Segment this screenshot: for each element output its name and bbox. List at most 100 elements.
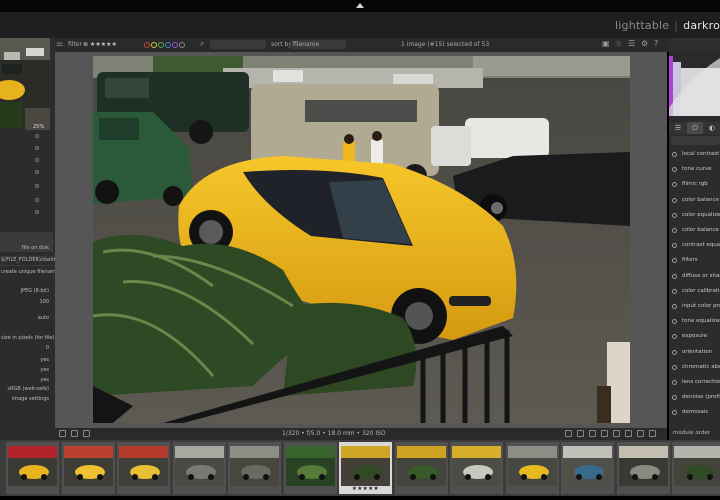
- history-dot[interactable]: [35, 134, 39, 138]
- filmstrip-thumb[interactable]: [672, 442, 720, 494]
- module-search-input[interactable]: [671, 136, 720, 145]
- color-label-dot[interactable]: [165, 41, 171, 48]
- module-header[interactable]: tone equalizer: [669, 315, 720, 330]
- module-header[interactable]: diffuse or sharpen: [669, 270, 720, 285]
- view-lighttable[interactable]: lighttable: [615, 19, 669, 32]
- zoom-value[interactable]: 25%: [33, 124, 44, 130]
- export-setting-row[interactable]: yes: [40, 367, 49, 373]
- filmstrip-thumb[interactable]: [61, 442, 115, 494]
- export-setting-row[interactable]: 100: [39, 299, 49, 305]
- histogram[interactable]: [669, 38, 720, 120]
- help-icon[interactable]: ?: [654, 39, 658, 48]
- history-dot[interactable]: [35, 184, 39, 188]
- module-power-icon[interactable]: [672, 152, 677, 157]
- module-power-icon[interactable]: [672, 197, 677, 203]
- export-setting-row[interactable]: sRGB (web-safe): [7, 386, 49, 392]
- export-setting-row[interactable]: $(FILE_FOLDER)/darktable_exported/$(FILE…: [1, 257, 55, 263]
- styles-icon[interactable]: [71, 430, 78, 437]
- tab-tone-modules[interactable]: ◐: [704, 122, 720, 134]
- tab-active-modules[interactable]: ☰: [670, 122, 686, 134]
- filmstrip-thumb[interactable]: [394, 442, 448, 494]
- filter-icon[interactable]: ⚌: [56, 39, 63, 48]
- filmstrip-thumb[interactable]: ★★★★★: [339, 442, 392, 494]
- history-dot[interactable]: [35, 210, 39, 214]
- preferences-gear-icon[interactable]: ⚙: [641, 39, 648, 48]
- module-order-label[interactable]: module order: [673, 430, 710, 436]
- softproof-icon[interactable]: [589, 430, 596, 437]
- export-setting-row[interactable]: auto: [38, 315, 49, 321]
- module-header[interactable]: demosaic: [669, 406, 720, 421]
- module-header[interactable]: orientation: [669, 346, 720, 361]
- module-header[interactable]: color calibration: [669, 285, 720, 300]
- module-power-icon[interactable]: [672, 182, 677, 188]
- collapse-top-arrow-icon[interactable]: [356, 3, 364, 8]
- color-label-filter[interactable]: [144, 41, 186, 48]
- view-darkroom[interactable]: darkro: [683, 19, 720, 32]
- module-header[interactable]: color balance: [669, 224, 720, 239]
- filmstrip-thumb[interactable]: [228, 442, 281, 494]
- filmstrip-thumb[interactable]: [450, 442, 503, 494]
- module-header[interactable]: denoise (profiled): [669, 391, 720, 406]
- module-power-icon[interactable]: [672, 243, 677, 249]
- module-header[interactable]: chromatic aberrations: [669, 361, 720, 376]
- module-power-icon[interactable]: [672, 258, 677, 264]
- module-header[interactable]: lens correction: [669, 376, 720, 391]
- module-header[interactable]: color equalizer: [669, 209, 720, 224]
- color-assessment-icon[interactable]: [613, 430, 620, 437]
- module-header[interactable]: color balance rgb: [669, 194, 720, 209]
- module-header[interactable]: tone curve: [669, 163, 720, 178]
- image-canvas[interactable]: [55, 52, 667, 428]
- module-power-icon[interactable]: [672, 395, 677, 401]
- quick-access-icon[interactable]: [59, 430, 66, 437]
- overexposed-icon[interactable]: [625, 430, 632, 437]
- filmstrip-thumb[interactable]: [561, 442, 614, 494]
- color-label-dot[interactable]: [179, 41, 185, 48]
- module-header[interactable]: exposure: [669, 330, 720, 345]
- color-label-dot[interactable]: [151, 41, 157, 48]
- export-setting-row[interactable]: 0: [46, 345, 49, 351]
- search-input[interactable]: [210, 40, 266, 49]
- export-setting-row[interactable]: JPEG (8-bit): [20, 288, 49, 294]
- rating-filter[interactable]: ⊗ ★★★★★: [83, 41, 117, 48]
- export-setting-row[interactable]: image settings: [12, 396, 49, 402]
- history-dot[interactable]: [35, 170, 39, 174]
- presets-icon[interactable]: ☰: [628, 39, 635, 48]
- export-setting-row[interactable]: file on disk: [22, 245, 49, 251]
- module-header[interactable]: local contrast: [669, 148, 720, 163]
- display-profile-icon[interactable]: [565, 430, 572, 437]
- module-power-icon[interactable]: [672, 334, 677, 340]
- module-power-icon[interactable]: [672, 319, 677, 325]
- filmstrip-thumb[interactable]: [505, 442, 559, 494]
- color-label-dot[interactable]: [172, 41, 178, 48]
- filmstrip-thumb[interactable]: [117, 442, 170, 494]
- gamut-check-icon[interactable]: [577, 430, 584, 437]
- focus-peaking-icon[interactable]: [601, 430, 608, 437]
- sort-select[interactable]: filename: [290, 40, 346, 49]
- module-header[interactable]: input color profile: [669, 300, 720, 315]
- module-power-icon[interactable]: [672, 380, 677, 385]
- export-setting-row[interactable]: yes: [40, 377, 49, 383]
- guides-icon[interactable]: [649, 430, 656, 437]
- filmstrip-thumb[interactable]: [172, 442, 226, 494]
- filmstrip-thumb[interactable]: [283, 442, 337, 494]
- filmstrip-thumb[interactable]: [616, 442, 670, 494]
- raw-overexposed-icon[interactable]: [637, 430, 644, 437]
- tab-base-modules[interactable]: ⏻: [687, 122, 703, 134]
- filmstrip-thumb[interactable]: [6, 442, 59, 494]
- export-setting-row[interactable]: yes: [40, 357, 49, 363]
- presets-icon[interactable]: [83, 430, 90, 437]
- history-dot[interactable]: [35, 198, 39, 202]
- color-label-dot[interactable]: [158, 41, 164, 48]
- navigation-preview[interactable]: [0, 38, 50, 130]
- module-power-icon[interactable]: [672, 273, 677, 279]
- module-power-icon[interactable]: [672, 364, 677, 370]
- thumb-rating[interactable]: ★★★★★: [339, 486, 392, 492]
- module-power-icon[interactable]: [672, 212, 677, 218]
- module-header[interactable]: filmic rgb: [669, 178, 720, 193]
- module-power-icon[interactable]: [672, 167, 677, 173]
- module-power-icon[interactable]: [672, 288, 677, 294]
- module-header[interactable]: filters: [669, 254, 720, 269]
- grouping-icon[interactable]: ▣: [602, 39, 610, 48]
- module-power-icon[interactable]: [672, 228, 677, 233]
- module-power-icon[interactable]: [672, 410, 677, 416]
